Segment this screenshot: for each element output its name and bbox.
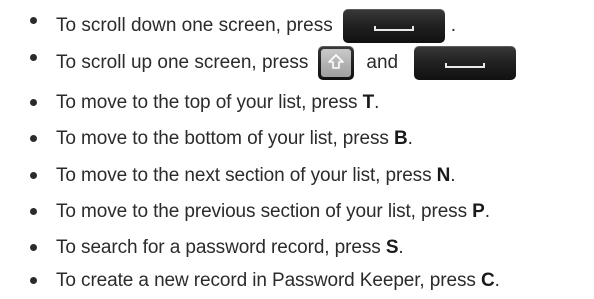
bullet xyxy=(30,208,37,215)
bullet xyxy=(30,99,37,106)
key-label: C xyxy=(480,270,495,291)
key-label: B xyxy=(393,128,408,149)
bullet xyxy=(30,17,37,24)
instruction-connector: and xyxy=(366,52,399,73)
list-item: To move to the top of your list, press T… xyxy=(0,86,594,120)
list-item: To move to the previous section of your … xyxy=(0,195,594,229)
list-item: To scroll down one screen, press . xyxy=(0,7,594,43)
instruction-row: To scroll up one screen, press and xyxy=(56,46,517,80)
instruction-text: To move to the next section of your list… xyxy=(56,165,456,186)
instruction-text: To create a new record in Password Keepe… xyxy=(56,270,500,291)
key-label: N xyxy=(436,165,451,186)
shift-key-icon xyxy=(318,46,355,80)
list-item: To move to the next section of your list… xyxy=(0,159,594,193)
key-label: S xyxy=(385,237,399,258)
instruction-text: To search for a password record, press S… xyxy=(56,237,404,258)
instruction-suffix: . xyxy=(450,15,456,36)
bullet xyxy=(30,277,37,284)
instruction-text: To move to the bottom of your list, pres… xyxy=(56,128,413,149)
key-label: T xyxy=(362,92,375,113)
list-item: To scroll up one screen, press and xyxy=(0,46,594,80)
space-key-icon xyxy=(342,9,445,43)
list-item: To move to the bottom of your list, pres… xyxy=(0,122,594,156)
instruction-row: To scroll down one screen, press . xyxy=(56,9,456,43)
key-label: P xyxy=(472,201,485,222)
instruction-text: To move to the top of your list, press T… xyxy=(56,92,380,113)
bullet xyxy=(30,135,37,142)
bullet xyxy=(30,54,37,61)
instruction-text: To scroll down one screen, press xyxy=(56,15,333,36)
bullet xyxy=(30,244,37,251)
instruction-text: To scroll up one screen, press xyxy=(56,52,309,73)
bullet xyxy=(30,172,37,179)
instruction-text: To move to the previous section of your … xyxy=(56,201,490,222)
list-item: To search for a password record, press S… xyxy=(0,231,594,265)
list-item: To create a new record in Password Keepe… xyxy=(0,264,594,298)
space-key-icon xyxy=(414,46,517,80)
